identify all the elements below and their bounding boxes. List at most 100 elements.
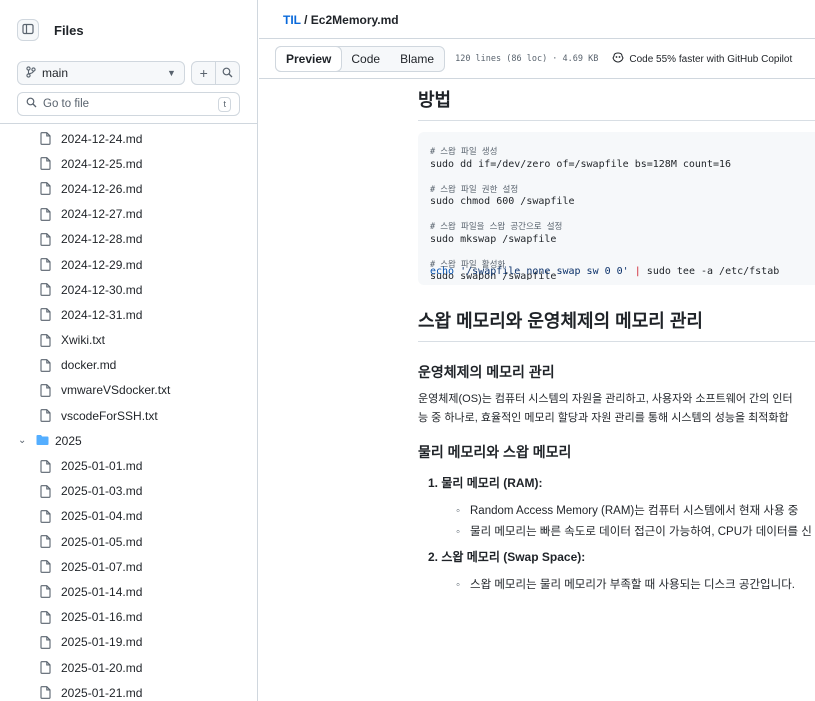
file-icon xyxy=(40,560,53,574)
tree-folder-label: 2025 xyxy=(55,433,82,448)
tree-file-label: 2024-12-30.md xyxy=(61,282,143,297)
heading-method: 방법 xyxy=(418,86,815,121)
code-echo: echo xyxy=(430,266,455,277)
file-icon xyxy=(40,610,53,624)
tree-file[interactable]: docker.md xyxy=(0,353,257,378)
tree-file[interactable]: 2024-12-31.md xyxy=(0,302,257,327)
tree-file[interactable]: vmwareVSdocker.txt xyxy=(0,378,257,403)
tree-file[interactable]: 2024-12-26.md xyxy=(0,176,257,201)
tree-file[interactable]: 2025-01-07.md xyxy=(0,554,257,579)
list-item: 물리 메모리는 빠른 속도로 데이터 접근이 가능하여, CPU가 데이터를 신 xyxy=(456,522,815,543)
add-file-button[interactable]: + xyxy=(192,62,216,84)
code-tee: sudo tee -a /etc/fstab xyxy=(646,266,780,277)
tree-folder[interactable]: ⌄ 2025 xyxy=(0,428,257,453)
file-icon xyxy=(40,535,53,548)
go-to-file-input[interactable]: Go to file t xyxy=(17,92,240,116)
paragraph-os-line-2: 능 중 하나로, 효율적인 메모리 할당과 자원 관리를 통해 시스템의 성능을… xyxy=(418,412,789,424)
git-branch-icon xyxy=(26,65,36,81)
tree-file[interactable]: 2024-12-29.md xyxy=(0,252,257,277)
file-icon xyxy=(40,484,53,498)
breadcrumb-repo-link[interactable]: TIL xyxy=(283,13,301,27)
tree-file[interactable]: 2024-12-28.md xyxy=(0,227,257,252)
search-button[interactable] xyxy=(215,62,239,84)
tree-file[interactable]: 2025-01-19.md xyxy=(0,630,257,655)
tree-file-label: docker.md xyxy=(61,358,117,373)
tree-file-label: 2024-12-24.md xyxy=(61,131,143,146)
code-pipe: | xyxy=(634,266,641,277)
tree-file[interactable]: 2025-01-01.md xyxy=(0,453,257,478)
tree-file[interactable]: Xwiki.txt xyxy=(0,328,257,353)
tree-file-label: 2025-01-14.md xyxy=(61,584,143,599)
tree-file-label: 2025-01-01.md xyxy=(61,459,143,474)
copilot-promo-link[interactable]: Code 55% faster with GitHub Copilot xyxy=(612,52,792,66)
tree-file[interactable]: 2025-01-16.md xyxy=(0,605,257,630)
tree-file[interactable]: 2025-01-21.md xyxy=(0,680,257,701)
file-toolbar: Preview Code Blame 120 lines (86 loc) · … xyxy=(275,46,792,72)
toolbar-divider xyxy=(259,78,815,79)
sidebar-actions: + xyxy=(190,61,240,85)
collapse-sidebar-button[interactable] xyxy=(17,19,39,41)
tab-code[interactable]: Code xyxy=(341,47,390,71)
tree-file-label: 2025-01-05.md xyxy=(61,534,143,549)
tree-file-label: 2024-12-28.md xyxy=(61,232,143,247)
tree-file-label: 2025-01-07.md xyxy=(61,559,143,574)
header-divider xyxy=(259,38,815,39)
tree-file-label: 2025-01-21.md xyxy=(61,685,143,700)
tree-file-label: 2024-12-29.md xyxy=(61,257,143,272)
tree-file-label: 2025-01-03.md xyxy=(61,484,143,499)
tree-file[interactable]: 2025-01-20.md xyxy=(0,655,257,680)
search-icon xyxy=(222,65,233,81)
ram-sublist: Random Access Memory (RAM)는 컴퓨터 시스템에서 현재… xyxy=(418,501,815,543)
copilot-promo-text: Code 55% faster with GitHub Copilot xyxy=(629,53,793,65)
heading-swap-and-os: 스왑 메모리와 운영체제의 메모리 관리 xyxy=(418,307,815,342)
file-icon xyxy=(40,207,53,221)
file-info: 120 lines (86 loc) · 4.69 KB xyxy=(455,54,599,64)
file-icon xyxy=(40,358,53,372)
heading-physical-swap: 물리 메모리와 스왑 메모리 xyxy=(418,444,572,460)
plus-icon: + xyxy=(199,65,208,81)
tree-file[interactable]: 2025-01-05.md xyxy=(0,529,257,554)
file-icon xyxy=(40,283,53,297)
sidebar-title: Files xyxy=(54,22,84,38)
caret-down-icon: ▼ xyxy=(167,68,176,78)
tree-file[interactable]: 2024-12-24.md xyxy=(0,126,257,151)
file-tree: 2024-12-24.md 2024-12-25.md 2024-12-26.md 2… xyxy=(0,126,257,701)
tree-file-label: vscodeForSSH.txt xyxy=(61,408,158,423)
file-tree-sidebar: Files main ▼ + Go to file t 2024-12-24.m… xyxy=(0,0,258,701)
copilot-icon xyxy=(612,52,624,66)
sidebar-toggle-icon xyxy=(22,23,34,38)
tab-blame[interactable]: Blame xyxy=(390,47,444,71)
tree-file-label: 2024-12-27.md xyxy=(61,207,143,222)
tree-file[interactable]: 2025-01-14.md xyxy=(0,579,257,604)
tree-file-label: Xwiki.txt xyxy=(61,333,106,348)
code-line: sudo chmod 600 /swapfile xyxy=(430,196,575,207)
tree-file-label: 2025-01-20.md xyxy=(61,660,143,675)
markdown-body: 방법 # 스왑 파일 생성 sudo dd if=/dev/zero of=/sw… xyxy=(418,80,815,596)
tree-file-label: 2025-01-19.md xyxy=(61,635,143,650)
file-icon xyxy=(40,384,53,397)
branch-selector[interactable]: main ▼ xyxy=(17,61,185,85)
tree-file[interactable]: 2024-12-25.md xyxy=(0,151,257,176)
tree-file-label: 2024-12-26.md xyxy=(61,181,143,196)
file-icon xyxy=(40,182,53,196)
tree-file-label: vmwareVSdocker.txt xyxy=(61,383,171,398)
file-icon xyxy=(40,132,53,145)
tree-file[interactable]: 2024-12-30.md xyxy=(0,277,257,302)
file-icon xyxy=(40,686,53,700)
tab-preview[interactable]: Preview xyxy=(275,46,343,72)
view-mode-tabs: Preview Code Blame xyxy=(275,46,446,72)
tree-file-label: 2024-12-31.md xyxy=(61,307,143,322)
tree-file[interactable]: 2024-12-27.md xyxy=(0,202,257,227)
file-icon xyxy=(40,510,53,523)
tree-file[interactable]: 2025-01-04.md xyxy=(0,504,257,529)
chevron-down-icon: ⌄ xyxy=(18,435,27,447)
code-line: # 스왑 파일 권한 설정 xyxy=(430,184,519,195)
file-icon xyxy=(40,635,53,649)
swap-sublist: 스왑 메모리는 물리 메모리가 부족할 때 사용되는 디스크 공간입니다. xyxy=(418,575,815,596)
tree-file[interactable]: 2025-01-03.md xyxy=(0,479,257,504)
paragraph-os-line-1: 운영체제(OS)는 컴퓨터 시스템의 자원을 관리하고, 사용자와 소프트웨어 … xyxy=(418,393,793,405)
file-viewer: TIL / Ec2Memory.md Preview Code Blame 12… xyxy=(259,0,815,701)
tree-file[interactable]: vscodeForSSH.txt xyxy=(0,403,257,428)
